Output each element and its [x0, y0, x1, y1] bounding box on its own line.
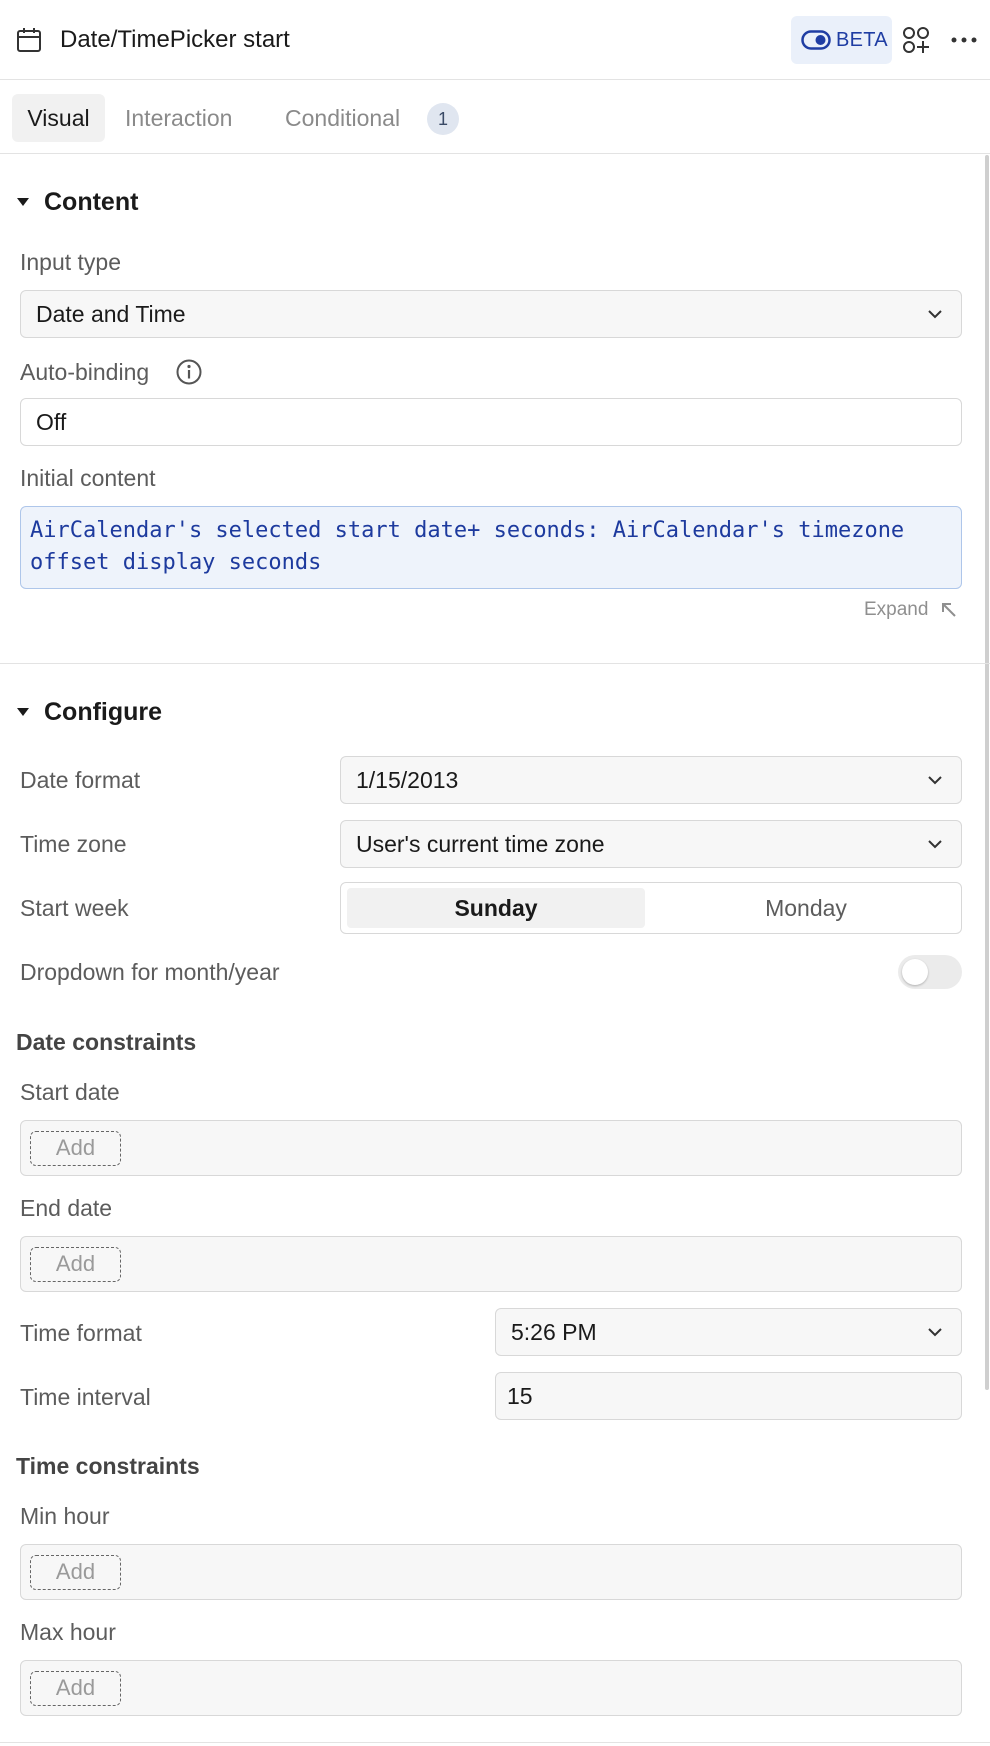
configure-section-title: Configure: [44, 698, 163, 726]
time-zone-select[interactable]: User's current time zone: [340, 820, 962, 868]
end-date-field: Add: [20, 1236, 962, 1292]
chevron-down-icon: [928, 776, 942, 785]
apps-add-icon[interactable]: [902, 26, 930, 54]
dropdown-month-year-label: Dropdown for month/year: [20, 959, 280, 985]
auto-binding-field[interactable]: Off: [20, 398, 962, 446]
auto-binding-label: Auto-binding: [20, 359, 150, 385]
panel-header: Date/TimePicker start BETA: [0, 0, 990, 80]
end-date-add-button[interactable]: Add: [30, 1247, 121, 1282]
beta-toggle-button[interactable]: BETA: [791, 16, 892, 64]
input-type-label: Input type: [20, 249, 122, 275]
input-type-select[interactable]: Date and Time: [20, 290, 962, 338]
more-icon[interactable]: [950, 36, 978, 44]
initial-content-label: Initial content: [20, 465, 156, 491]
tab-interaction[interactable]: Interaction: [125, 94, 265, 142]
chevron-down-icon: [928, 310, 942, 319]
tab-visual[interactable]: Visual: [12, 94, 105, 142]
scrollbar[interactable]: [985, 155, 989, 1390]
dropdown-month-year-toggle[interactable]: [898, 955, 962, 989]
panel-title: Date/TimePicker start: [60, 26, 290, 53]
max-hour-label: Max hour: [20, 1619, 116, 1645]
min-hour-label: Min hour: [20, 1503, 110, 1529]
start-week-monday[interactable]: Monday: [657, 888, 955, 928]
time-interval-input[interactable]: 15: [495, 1372, 962, 1420]
date-constraints-heading: Date constraints: [16, 1029, 197, 1055]
start-week-label: Start week: [20, 895, 129, 921]
start-week-sunday[interactable]: Sunday: [347, 888, 645, 928]
section-divider: [0, 663, 990, 664]
initial-content-editor[interactable]: AirCalendar's selected start date+ secon…: [20, 506, 962, 589]
chevron-down-icon: [928, 840, 942, 849]
chevron-down-icon: [928, 1328, 942, 1337]
content-section-title: Content: [44, 188, 139, 216]
date-format-label: Date format: [20, 767, 141, 793]
start-date-label: Start date: [20, 1079, 120, 1105]
toggle-knob: [902, 959, 928, 985]
start-date-add-button[interactable]: Add: [30, 1131, 121, 1166]
max-hour-field: Add: [20, 1660, 962, 1716]
toggle-icon: [801, 30, 831, 50]
auto-binding-value: Off: [36, 409, 67, 435]
info-icon[interactable]: [176, 359, 202, 385]
expand-arrow-icon[interactable]: [940, 601, 958, 619]
initial-content-code: AirCalendar's selected start date+ secon…: [30, 518, 905, 575]
date-format-select[interactable]: 1/15/2013: [340, 756, 962, 804]
end-date-label: End date: [20, 1195, 113, 1221]
max-hour-add-button[interactable]: Add: [30, 1671, 121, 1706]
bottom-divider: [0, 1742, 990, 1743]
time-format-select[interactable]: 5:26 PM: [495, 1308, 962, 1356]
tab-bar: Visual Interaction Conditional: [0, 80, 990, 154]
time-interval-value: 15: [507, 1383, 533, 1409]
conditional-count-badge: 1: [427, 103, 459, 135]
caret-down-icon: [17, 708, 29, 716]
time-format-value: 5:26 PM: [511, 1319, 597, 1345]
min-hour-field: Add: [20, 1544, 962, 1600]
min-hour-add-button[interactable]: Add: [30, 1555, 121, 1590]
time-constraints-heading: Time constraints: [16, 1453, 200, 1479]
start-date-field: Add: [20, 1120, 962, 1176]
caret-down-icon: [17, 198, 29, 206]
input-type-value: Date and Time: [36, 301, 186, 327]
date-format-value: 1/15/2013: [356, 767, 459, 793]
start-week-segmented-control: Sunday Monday: [340, 882, 962, 934]
time-zone-value: User's current time zone: [356, 831, 605, 857]
time-zone-label: Time zone: [20, 831, 127, 857]
beta-label: BETA: [836, 29, 888, 51]
time-format-label: Time format: [20, 1320, 142, 1346]
calendar-icon: [17, 28, 41, 52]
time-interval-label: Time interval: [20, 1384, 151, 1410]
expand-button[interactable]: Expand: [864, 596, 928, 624]
